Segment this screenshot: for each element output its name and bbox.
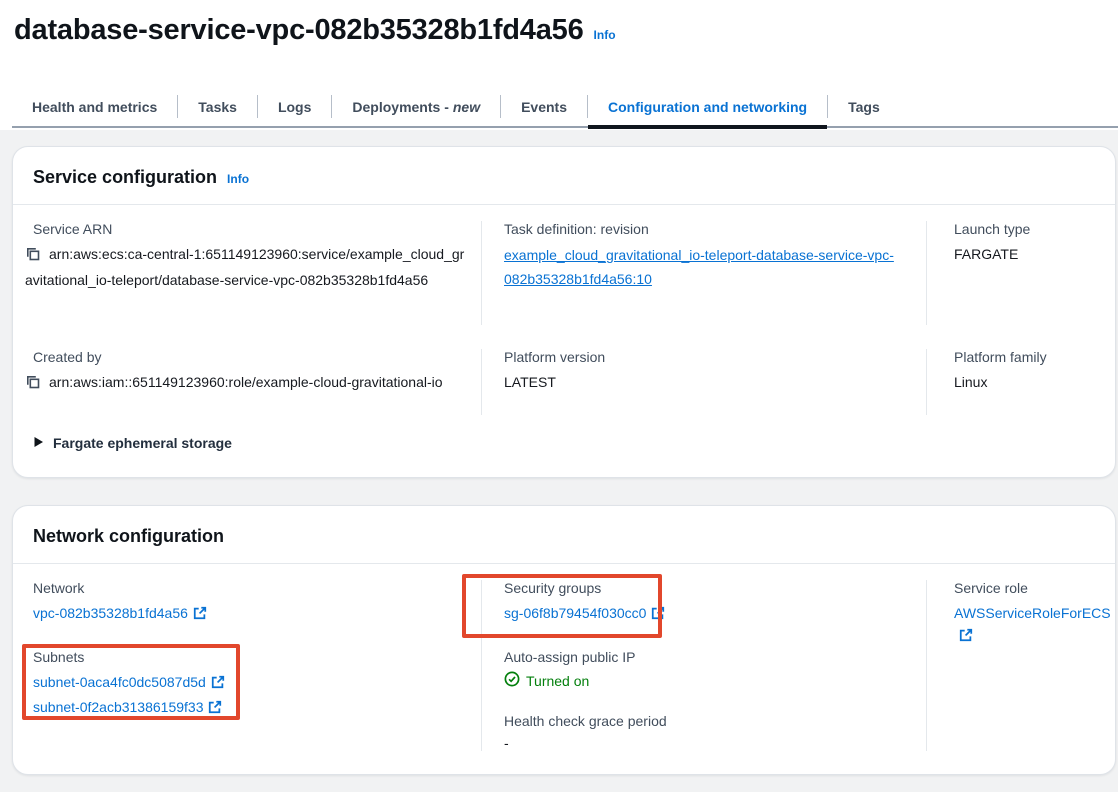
copy-icon[interactable] bbox=[25, 246, 41, 269]
field-service-arn: Service ARN arn:aws:ecs:ca-central-1:651… bbox=[13, 221, 481, 325]
tab-tasks[interactable]: Tasks bbox=[178, 87, 257, 126]
service-configuration-grid: Service ARN arn:aws:ecs:ca-central-1:651… bbox=[13, 205, 1115, 415]
field-subnets: Subnets subnet-0aca4fc0dc5087d5d subnet-… bbox=[33, 649, 465, 720]
launch-type-label: Launch type bbox=[954, 221, 1099, 237]
page-header: database-service-vpc-082b35328b1fd4a56 I… bbox=[14, 14, 616, 47]
auto-assign-public-ip-status: Turned on bbox=[526, 673, 589, 689]
field-auto-assign-public-ip: Auto-assign public IP Turned on bbox=[504, 649, 910, 690]
launch-type-value: FARGATE bbox=[954, 243, 1099, 265]
tab-deployments-new-badge: new bbox=[453, 99, 480, 115]
field-health-check-grace-period: Health check grace period - bbox=[504, 713, 910, 751]
platform-family-label: Platform family bbox=[954, 349, 1099, 365]
service-configuration-header: Service configuration Info bbox=[13, 147, 1115, 205]
service-arn-label: Service ARN bbox=[33, 221, 465, 237]
field-platform-family: Platform family Linux bbox=[926, 349, 1115, 415]
network-column-1: Network vpc-082b35328b1fd4a56 Subnets su… bbox=[13, 580, 481, 751]
tab-tags[interactable]: Tags bbox=[828, 87, 900, 126]
vpc-link[interactable]: vpc-082b35328b1fd4a56 bbox=[33, 605, 188, 621]
tab-deployments[interactable]: Deployments -new bbox=[332, 87, 500, 126]
subnet-link-1[interactable]: subnet-0aca4fc0dc5087d5d bbox=[33, 674, 206, 690]
external-link-icon bbox=[211, 673, 225, 695]
service-configuration-title: Service configuration bbox=[33, 167, 217, 188]
field-task-definition: Task definition: revision example_cloud_… bbox=[481, 221, 926, 325]
copy-icon[interactable] bbox=[25, 374, 41, 397]
page-info-link[interactable]: Info bbox=[594, 28, 616, 42]
network-configuration-title: Network configuration bbox=[33, 526, 224, 547]
platform-version-value: LATEST bbox=[504, 371, 908, 393]
tab-configuration-and-networking[interactable]: Configuration and networking bbox=[588, 87, 827, 126]
fargate-ephemeral-storage-label: Fargate ephemeral storage bbox=[53, 435, 232, 451]
service-role-link[interactable]: AWSServiceRoleForECS bbox=[954, 605, 1111, 621]
platform-family-value: Linux bbox=[954, 371, 1099, 393]
service-role-label: Service role bbox=[954, 580, 1111, 596]
fargate-ephemeral-storage-expander[interactable]: Fargate ephemeral storage bbox=[33, 435, 1115, 451]
network-configuration-card: Network configuration Network vpc-082b35… bbox=[12, 505, 1116, 775]
subnets-label: Subnets bbox=[33, 649, 465, 665]
caret-right-icon bbox=[33, 435, 44, 451]
subnet-link-2[interactable]: subnet-0f2acb31386159f33 bbox=[33, 699, 203, 715]
network-label: Network bbox=[33, 580, 465, 596]
platform-version-label: Platform version bbox=[504, 349, 908, 365]
external-link-icon bbox=[208, 698, 222, 720]
page-title: database-service-vpc-082b35328b1fd4a56 bbox=[14, 14, 584, 47]
tab-bar: Health and metrics Tasks Logs Deployment… bbox=[12, 87, 1118, 128]
field-service-role: Service role AWSServiceRoleForECS bbox=[954, 580, 1111, 648]
created-by-value: arn:aws:iam::651149123960:role/example-c… bbox=[49, 374, 443, 390]
tab-events[interactable]: Events bbox=[501, 87, 587, 126]
tab-health-and-metrics[interactable]: Health and metrics bbox=[12, 87, 177, 126]
created-by-label: Created by bbox=[33, 349, 465, 365]
auto-assign-public-ip-label: Auto-assign public IP bbox=[504, 649, 910, 665]
task-definition-label: Task definition: revision bbox=[504, 221, 908, 237]
status-success-icon bbox=[504, 671, 520, 690]
field-created-by: Created by arn:aws:iam::651149123960:rol… bbox=[13, 349, 481, 415]
security-group-link[interactable]: sg-06f8b79454f030cc0 bbox=[504, 605, 646, 621]
task-definition-link[interactable]: example_cloud_gravitational_io-teleport-… bbox=[504, 243, 908, 291]
external-link-icon bbox=[651, 604, 665, 626]
field-platform-version: Platform version LATEST bbox=[481, 349, 926, 415]
field-network: Network vpc-082b35328b1fd4a56 bbox=[33, 580, 465, 626]
field-launch-type: Launch type FARGATE bbox=[926, 221, 1115, 325]
network-configuration-body: Network vpc-082b35328b1fd4a56 Subnets su… bbox=[13, 564, 1115, 769]
network-configuration-header: Network configuration bbox=[13, 506, 1115, 564]
security-groups-label: Security groups bbox=[504, 580, 910, 596]
external-link-icon bbox=[959, 626, 973, 648]
service-configuration-card: Service configuration Info Service ARN a… bbox=[12, 146, 1116, 478]
network-column-3: Service role AWSServiceRoleForECS bbox=[926, 580, 1118, 751]
service-configuration-info-link[interactable]: Info bbox=[227, 172, 249, 186]
external-link-icon bbox=[193, 604, 207, 626]
health-check-grace-period-label: Health check grace period bbox=[504, 713, 910, 729]
service-arn-value: arn:aws:ecs:ca-central-1:651149123960:se… bbox=[25, 246, 464, 288]
field-security-groups: Security groups sg-06f8b79454f030cc0 bbox=[504, 580, 910, 626]
tab-logs[interactable]: Logs bbox=[258, 87, 331, 126]
network-column-2: Security groups sg-06f8b79454f030cc0 Aut… bbox=[481, 580, 926, 751]
health-check-grace-period-value: - bbox=[504, 735, 910, 751]
